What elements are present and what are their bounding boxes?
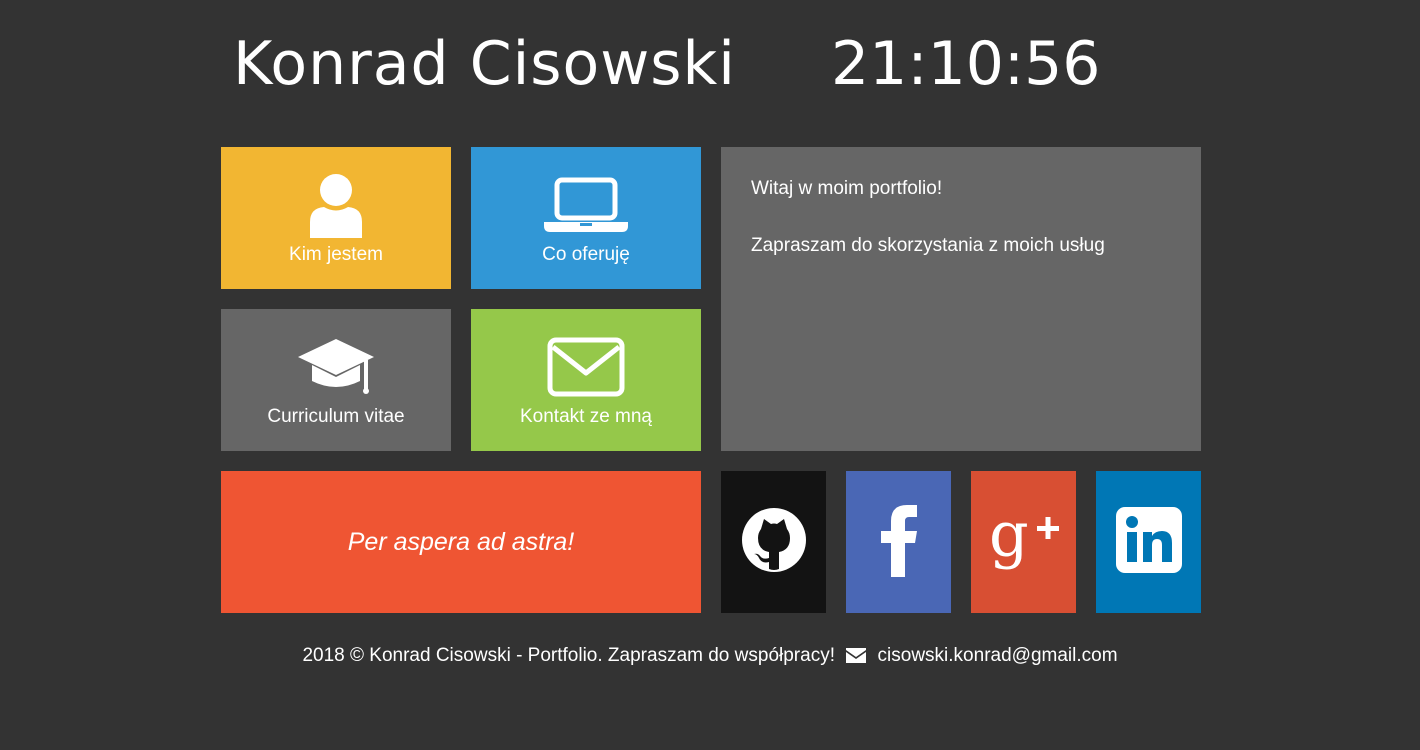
- google-plus-link[interactable]: g: [971, 471, 1076, 613]
- linkedin-icon: [1115, 507, 1182, 577]
- linkedin-link[interactable]: [1096, 471, 1201, 613]
- tile-contact-label: Kontakt ze mną: [519, 406, 653, 427]
- motto-tile: Per aspera ad astra!: [221, 471, 701, 613]
- github-link[interactable]: [721, 471, 826, 613]
- envelope-icon: [471, 331, 701, 403]
- footer-email-link[interactable]: cisowski.konrad@gmail.com: [878, 645, 1118, 666]
- tile-offer[interactable]: Co oferuję: [471, 147, 701, 289]
- page: Konrad Cisowski 21:10:56 Kim jestem Co o…: [0, 0, 1420, 750]
- laptop-icon: [471, 169, 701, 241]
- envelope-icon: [846, 645, 867, 671]
- content-panel: Witaj w moim portfolio! Zapraszam do sko…: [721, 147, 1201, 451]
- facebook-link[interactable]: [846, 471, 951, 613]
- footer: 2018 © Konrad Cisowski - Portfolio. Zapr…: [0, 643, 1420, 671]
- motto-text: Per aspera ad astra!: [347, 527, 575, 556]
- tile-contact[interactable]: Kontakt ze mną: [471, 309, 701, 451]
- tile-cv-label: Curriculum vitae: [267, 406, 405, 427]
- welcome-text: Witaj w moim portfolio!: [751, 178, 943, 199]
- tile-about[interactable]: Kim jestem: [221, 147, 451, 289]
- user-icon: [221, 169, 451, 241]
- site-title: Konrad Cisowski: [233, 29, 736, 99]
- footer-text: 2018 © Konrad Cisowski - Portfolio. Zapr…: [302, 645, 835, 666]
- svg-text:g: g: [989, 502, 1029, 571]
- facebook-icon: [879, 503, 919, 581]
- google-plus-icon: g: [987, 498, 1061, 582]
- header: Konrad Cisowski 21:10:56: [221, 24, 1201, 114]
- invitation-text: Zapraszam do skorzystania z moich usług: [751, 235, 1105, 256]
- tile-cv[interactable]: Curriculum vitae: [221, 309, 451, 451]
- graduation-cap-icon: [221, 331, 451, 403]
- github-icon: [741, 507, 807, 577]
- tile-offer-label: Co oferuję: [542, 244, 630, 265]
- tile-about-label: Kim jestem: [289, 244, 383, 265]
- clock: 21:10:56: [831, 29, 1101, 99]
